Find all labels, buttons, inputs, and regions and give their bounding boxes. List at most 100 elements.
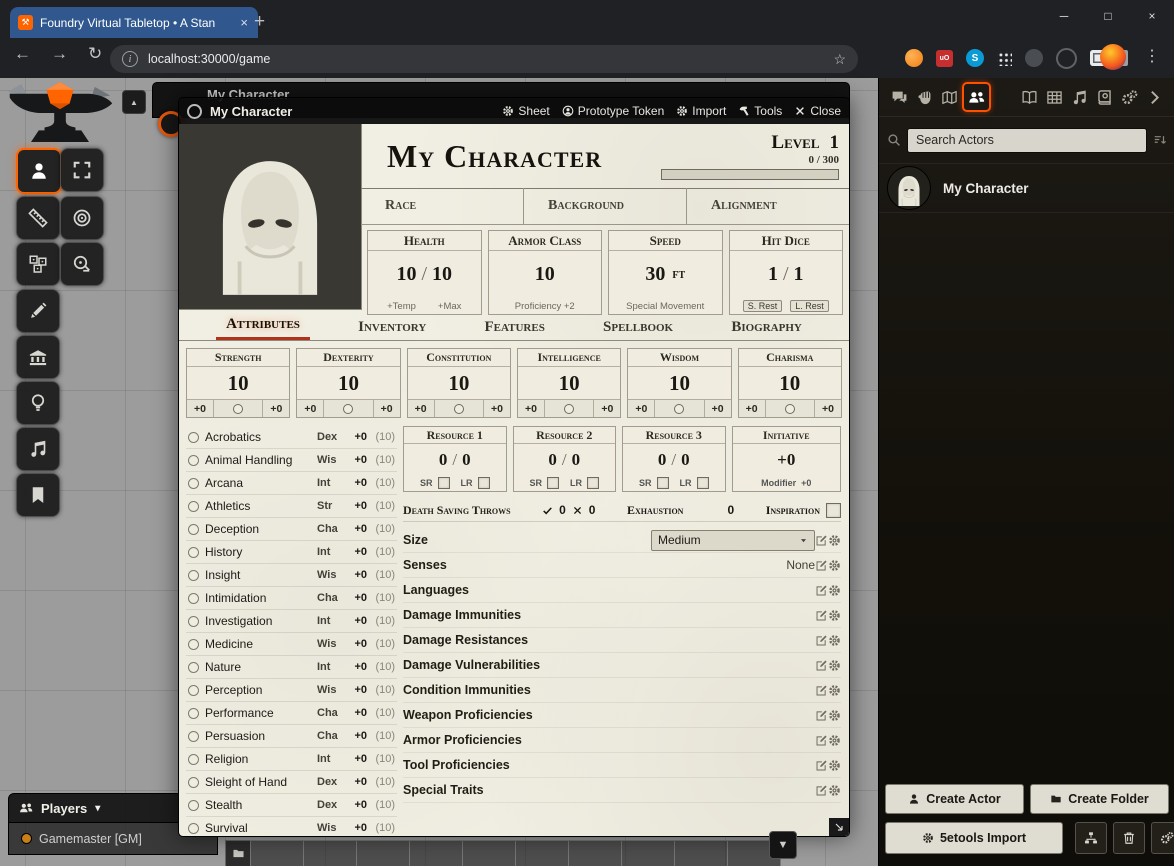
skill-proficiency-pip[interactable]: [188, 708, 199, 719]
url-text[interactable]: localhost:30000/game: [148, 52, 823, 66]
hit-dice-box[interactable]: Hit Dice 1 / 1 S. Rest L. Rest: [729, 230, 844, 315]
ac-value[interactable]: 10: [535, 263, 555, 286]
skill-proficiency-pip[interactable]: [188, 731, 199, 742]
skill-row[interactable]: Athletics Str +0 (10): [186, 495, 397, 518]
edit-icon[interactable]: [815, 634, 828, 647]
resource-current[interactable]: 0: [548, 450, 557, 470]
skill-row[interactable]: Survival Wis +0 (10): [186, 817, 397, 837]
edit-icon[interactable]: [815, 734, 828, 747]
tools-button[interactable]: Tools: [738, 104, 782, 118]
search-actors-input[interactable]: [907, 128, 1147, 153]
collapse-controls-button[interactable]: ▲: [122, 90, 146, 114]
skill-proficiency-pip[interactable]: [188, 524, 199, 535]
config-gear-icon[interactable]: [828, 684, 841, 697]
skill-name[interactable]: Stealth: [205, 798, 317, 812]
ability-save-mod[interactable]: +0: [628, 400, 655, 417]
ability-check-mod[interactable]: +0: [373, 400, 400, 417]
hotbar-page-down-button[interactable]: ▼: [769, 831, 797, 859]
ublock-extension-icon[interactable]: uO: [936, 50, 953, 67]
skill-row[interactable]: Persuasion Cha +0 (10): [186, 725, 397, 748]
ability-name[interactable]: Wisdom: [628, 349, 730, 367]
ability-save-mod[interactable]: +0: [408, 400, 435, 417]
character-portrait[interactable]: [179, 124, 362, 310]
edit-icon[interactable]: [815, 759, 828, 772]
ability-score[interactable]: 10: [739, 367, 841, 399]
skill-row[interactable]: Sleight of Hand Dex +0 (10): [186, 771, 397, 794]
character-name-input[interactable]: My Character: [361, 138, 644, 175]
folder-tree-button[interactable]: [1075, 822, 1107, 854]
skill-proficiency-pip[interactable]: [188, 547, 199, 558]
drawing-controls-tool[interactable]: [16, 289, 60, 333]
actors-tab[interactable]: [962, 82, 991, 112]
inspiration-checkbox[interactable]: [826, 503, 841, 518]
skill-row[interactable]: Acrobatics Dex +0 (10): [186, 426, 397, 449]
ability-check-mod[interactable]: +0: [704, 400, 731, 417]
tab-features[interactable]: Features: [475, 316, 555, 340]
ability-score[interactable]: 10: [628, 367, 730, 399]
items-tab[interactable]: [991, 84, 1016, 110]
extension-ring-icon[interactable]: [1056, 48, 1077, 69]
config-gear-icon[interactable]: [828, 634, 841, 647]
hotbar-slot[interactable]: [303, 840, 357, 866]
sound-controls-tool[interactable]: [16, 427, 60, 471]
resource-label[interactable]: Resource 2: [514, 427, 616, 444]
settings-button[interactable]: [1151, 822, 1174, 854]
ability-check-mod[interactable]: +0: [262, 400, 289, 417]
skill-name[interactable]: Religion: [205, 752, 317, 766]
tile-controls-tool[interactable]: [16, 242, 60, 286]
config-gear-icon[interactable]: [828, 609, 841, 622]
compendium-tab[interactable]: [1092, 84, 1117, 110]
site-info-icon[interactable]: i: [122, 51, 138, 67]
skill-row[interactable]: Investigation Int +0 (10): [186, 610, 397, 633]
skill-name[interactable]: Arcana: [205, 476, 317, 490]
tab-biography[interactable]: Biography: [721, 316, 812, 340]
skill-row[interactable]: Religion Int +0 (10): [186, 748, 397, 771]
skill-name[interactable]: Survival: [205, 821, 317, 835]
config-gear-icon[interactable]: [828, 559, 841, 572]
skill-proficiency-pip[interactable]: [188, 570, 199, 581]
proficiency-pip[interactable]: [655, 400, 703, 417]
tab-attributes[interactable]: Attributes: [216, 313, 310, 340]
edit-icon[interactable]: [815, 559, 828, 572]
target-tool[interactable]: [60, 196, 104, 240]
death-success-count[interactable]: 0: [559, 503, 566, 517]
armor-class-box[interactable]: Armor Class 10 Proficiency +2: [488, 230, 603, 315]
xp-value[interactable]: 0 / 300: [644, 154, 839, 166]
actor-name[interactable]: My Character: [943, 181, 1029, 196]
ability-save-mod[interactable]: +0: [739, 400, 766, 417]
skill-proficiency-pip[interactable]: [188, 616, 199, 627]
death-save-counters[interactable]: 0 0: [542, 503, 595, 517]
skill-name[interactable]: Performance: [205, 706, 317, 720]
skill-row[interactable]: Performance Cha +0 (10): [186, 702, 397, 725]
lr-checkbox[interactable]: [697, 477, 709, 489]
extension-dark-icon[interactable]: [1025, 49, 1043, 67]
extension-dots-icon[interactable]: [997, 51, 1012, 66]
skill-proficiency-pip[interactable]: [188, 823, 199, 834]
config-gear-icon[interactable]: [828, 784, 841, 797]
skill-name[interactable]: Deception: [205, 522, 317, 536]
ability-name[interactable]: Constitution: [408, 349, 510, 367]
settings-tab[interactable]: [1117, 84, 1142, 110]
skill-row[interactable]: History Int +0 (10): [186, 541, 397, 564]
sr-checkbox[interactable]: [438, 477, 450, 489]
browser-menu-icon[interactable]: ⋮: [1144, 46, 1160, 66]
hotbar-slot[interactable]: [409, 840, 463, 866]
skill-proficiency-pip[interactable]: [188, 685, 199, 696]
config-gear-icon[interactable]: [828, 709, 841, 722]
lr-checkbox[interactable]: [478, 477, 490, 489]
ability-block[interactable]: Strength 10 +0 +0: [186, 348, 290, 418]
macro-folder-button[interactable]: [225, 840, 251, 866]
hit-dice-current[interactable]: 1: [768, 263, 778, 286]
resource-label[interactable]: Resource 1: [404, 427, 506, 444]
proficiency-pip[interactable]: [435, 400, 483, 417]
actor-list-item[interactable]: My Character: [879, 164, 1174, 213]
skill-proficiency-pip[interactable]: [188, 593, 199, 604]
death-fail-count[interactable]: 0: [589, 503, 596, 517]
wall-controls-tool[interactable]: [16, 335, 60, 379]
skill-name[interactable]: Perception: [205, 683, 317, 697]
skill-row[interactable]: Intimidation Cha +0 (10): [186, 587, 397, 610]
ability-check-mod[interactable]: +0: [483, 400, 510, 417]
skill-row[interactable]: Deception Cha +0 (10): [186, 518, 397, 541]
tab-spellbook[interactable]: Spellbook: [593, 316, 683, 340]
address-bar[interactable]: i localhost:30000/game ☆: [110, 45, 858, 73]
